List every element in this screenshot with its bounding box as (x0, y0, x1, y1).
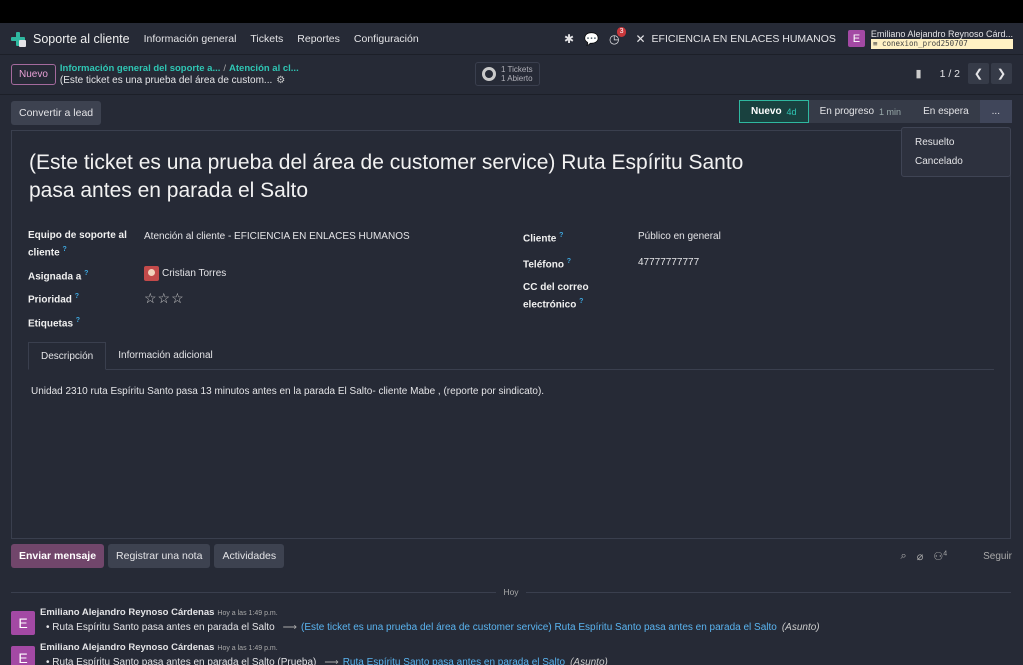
tracking-line: • Ruta Espíritu Santo pasa antes en para… (46, 657, 608, 665)
menu-configuration[interactable]: Configuración (354, 33, 419, 45)
stage-dropdown: Resuelto Cancelado (901, 127, 1011, 177)
app-name[interactable]: Soporte al cliente (33, 32, 130, 46)
phone-label: Teléfono ? (523, 258, 571, 271)
chatter-toolbar: Enviar mensaje Registrar una nota Activi… (11, 544, 1012, 568)
description-text[interactable]: Unidad 2310 ruta Espíritu Santo pasa 13 … (31, 386, 544, 397)
priority-label: Prioridad ? (28, 293, 79, 306)
notebook-tabs: Descripción Información adicional (28, 342, 994, 370)
author-avatar[interactable]: E (11, 611, 35, 635)
user-name: Emiliano Alejandro Reynoso Cárd... (870, 28, 1013, 39)
stage-new[interactable]: Nuevo 4d (738, 100, 809, 123)
pager-next-icon[interactable]: ❯ (991, 63, 1012, 84)
message-time: Hoy a las 1:49 p.m. (217, 610, 278, 617)
pager: ▮ 1 / 2 ❮ ❯ (916, 63, 1012, 84)
follow-button[interactable]: Seguir (983, 551, 1012, 562)
pager-value[interactable]: 1 / 2 (940, 68, 960, 80)
assigned-value[interactable]: Cristian Torres (144, 266, 226, 281)
tracking-line: • Ruta Espíritu Santo pasa antes en para… (46, 622, 820, 633)
convert-to-lead-button[interactable]: Convertir a lead (11, 100, 102, 125)
activity-badge: 3 (616, 26, 627, 37)
author-name[interactable]: Emiliano Alejandro Reynoso Cárdenas (40, 607, 214, 618)
tags-label: Etiquetas ? (28, 317, 81, 330)
team-value[interactable]: Atención al cliente - EFICIENCIA EN ENLA… (144, 231, 410, 242)
customer-value[interactable]: Público en general (638, 231, 721, 242)
stage-in-progress[interactable]: En progreso 1 min (808, 100, 913, 123)
form-sheet: (Este ticket es una prueba del área de c… (11, 130, 1011, 539)
user-avatar[interactable]: E (847, 30, 865, 47)
record-name: (Este ticket es una prueba del área de c… (59, 74, 273, 86)
helpdesk-app-icon[interactable] (10, 31, 26, 47)
tab-additional-info[interactable]: Información adicional (106, 342, 225, 369)
new-button[interactable]: Nuevo (11, 64, 56, 85)
dropdown-item-resolved[interactable]: Resuelto (902, 133, 1010, 152)
assignee-avatar (144, 266, 159, 281)
tickets-smart-button[interactable]: 1 Tickets 1 Abierto (475, 62, 540, 86)
open-count: 1 Abierto (501, 74, 533, 83)
stage-more-button[interactable]: ... (979, 100, 1012, 123)
breadcrumb-team[interactable]: Atención al cl... (229, 63, 299, 74)
dropdown-item-cancelled[interactable]: Cancelado (902, 152, 1010, 171)
ticket-title[interactable]: (Este ticket es una prueba del área de c… (29, 149, 749, 205)
arrow-right-icon: ⟶ (282, 622, 297, 633)
customer-label: Cliente ? (523, 232, 564, 245)
send-message-button[interactable]: Enviar mensaje (11, 544, 105, 568)
clock-icon[interactable]: ◷ 3 (609, 26, 627, 46)
team-label: Equipo de soporte al cliente ? (28, 230, 127, 259)
chat-icon[interactable]: 💬 (584, 32, 599, 46)
priority-stars[interactable]: ☆☆☆ (144, 290, 185, 307)
date-separator: Hoy (11, 587, 1011, 597)
assigned-label: Asignada a ? (28, 270, 89, 283)
attachment-icon[interactable]: ⌀ (917, 550, 924, 563)
bug-icon[interactable]: ✱ (564, 32, 574, 46)
arrow-right-icon: ⟶ (324, 657, 339, 665)
stage-on-hold[interactable]: En espera (912, 100, 980, 123)
followers-icon[interactable]: ⚇4 (933, 550, 947, 563)
user-menu[interactable]: Emiliano Alejandro Reynoso Cárd... ≡ con… (870, 28, 1013, 49)
followers-count: 4 (943, 549, 948, 557)
author-name[interactable]: Emiliano Alejandro Reynoso Cárdenas (40, 642, 214, 653)
database-tag: ≡ conexion_prod250707 (870, 38, 1013, 49)
app-window: Soporte al cliente Información general T… (0, 23, 1023, 665)
document-icon[interactable]: ▮ (916, 67, 922, 80)
company-switcher[interactable]: EFICIENCIA EN ENLACES HUMANOS (652, 33, 836, 45)
menu-tickets[interactable]: Tickets (250, 33, 283, 45)
phone-value[interactable]: 47777777777 (638, 257, 699, 268)
lifebuoy-icon (482, 67, 496, 81)
message-time: Hoy a las 1:49 p.m. (217, 645, 278, 652)
menu-reports[interactable]: Reportes (297, 33, 340, 45)
log-note-button[interactable]: Registrar una nota (108, 544, 211, 568)
tickets-count: 1 Tickets (501, 65, 533, 74)
control-panel: Nuevo Información general del soporte a.… (0, 55, 1023, 95)
tools-icon[interactable]: ✕ (635, 32, 645, 46)
search-icon[interactable]: ⌕ (901, 550, 907, 563)
breadcrumb-overview[interactable]: Información general del soporte a... (60, 63, 220, 74)
status-bar: Convertir a lead Nuevo 4d En progreso 1 mi… (0, 95, 1023, 130)
breadcrumb: Información general del soporte a... / Ate… (59, 62, 299, 86)
stage-selector: Nuevo 4d En progreso 1 min En espera ... (738, 100, 1012, 123)
activities-button[interactable]: Actividades (214, 544, 285, 568)
cc-label: CC del correo electrónico ? (523, 282, 589, 311)
tab-description[interactable]: Descripción (28, 342, 107, 370)
author-avatar[interactable]: E (11, 646, 35, 665)
top-navbar: Soporte al cliente Información general T… (0, 23, 1023, 55)
menu-overview[interactable]: Información general (144, 33, 237, 45)
pager-previous-icon[interactable]: ❮ (968, 63, 989, 84)
gear-icon[interactable]: ⚙ (276, 75, 285, 86)
